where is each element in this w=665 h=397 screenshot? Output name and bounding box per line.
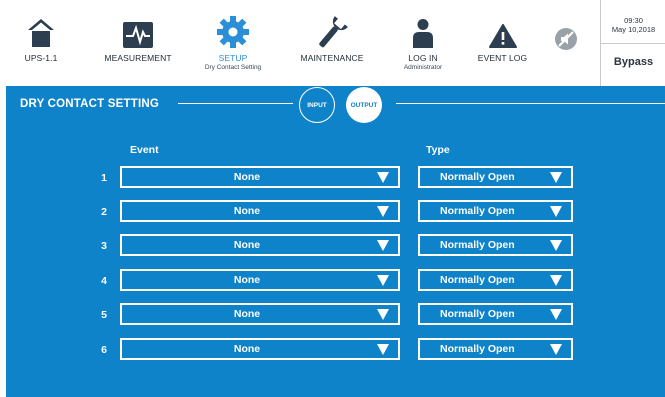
dropdown-arrow-icon [550,344,562,355]
row-number: 2 [101,206,107,218]
nav-measurement-label: MEASUREMENT [104,53,172,63]
clock-time: 09:30 [624,16,643,25]
nav-maintenance-label: MAINTENANCE [300,53,364,63]
row-number: 1 [101,172,107,184]
row-number: 6 [101,344,107,356]
type-select-value: Normally Open [440,239,515,251]
event-select[interactable]: None [120,303,400,325]
event-select[interactable]: None [120,200,400,222]
row-number: 3 [101,240,107,252]
wrench-icon [315,14,349,48]
top-navigation-bar: UPS-1.1 MEASUREMENT SETUP Dry Contact Se… [0,0,665,86]
type-select-value: Normally Open [440,343,515,355]
type-select[interactable]: Normally Open [418,338,573,360]
type-select-value: Normally Open [440,171,515,183]
dropdown-arrow-icon [377,309,389,320]
input-toggle-button[interactable]: INPUT [299,87,335,123]
title-divider-left [178,103,293,104]
type-select[interactable]: Normally Open [418,166,573,188]
gear-icon [217,14,249,48]
dropdown-arrow-icon [377,275,389,286]
page-title: DRY CONTACT SETTING [20,98,160,110]
event-select-value: None [233,171,261,183]
type-select[interactable]: Normally Open [418,200,573,222]
nav-home-label: UPS-1.1 [24,53,58,63]
event-column-header: Event [130,144,159,156]
ups-mode-status: Bypass [613,56,654,68]
nav-event-log-label: EVENT LOG [477,53,528,63]
dropdown-arrow-icon [377,206,389,217]
event-select-value: None [233,239,261,251]
type-select[interactable]: Normally Open [418,234,573,256]
dropdown-arrow-icon [550,172,562,183]
nav-event-log[interactable]: EVENT LOG [470,0,535,86]
nav-setup-label: SETUP [218,53,248,63]
dropdown-arrow-icon [550,240,562,251]
type-column-header: Type [426,144,450,156]
divider [601,43,665,44]
waveform-icon [123,14,153,48]
mute-icon[interactable] [554,27,578,56]
type-select-value: Normally Open [440,308,515,320]
nav-login[interactable]: LOG IN Administrator [393,0,453,86]
title-divider-right [396,103,665,104]
row-number: 5 [101,309,107,321]
user-icon [412,14,434,48]
dropdown-arrow-icon [550,206,562,217]
row-number: 4 [101,275,107,287]
nav-maintenance[interactable]: MAINTENANCE [292,0,372,86]
type-select-value: Normally Open [440,274,515,286]
nav-home[interactable]: UPS-1.1 [16,0,66,86]
type-select-value: Normally Open [440,205,515,217]
nav-login-sublabel: Administrator [403,64,443,71]
output-toggle-button[interactable]: OUTPUT [346,87,382,123]
nav-login-label: LOG IN [408,53,438,63]
event-select[interactable]: None [120,234,400,256]
event-select-value: None [233,343,261,355]
dropdown-arrow-icon [550,275,562,286]
event-select-value: None [233,205,261,217]
event-select-value: None [233,274,261,286]
home-icon [27,14,55,48]
nav-setup[interactable]: SETUP Dry Contact Setting [188,0,278,86]
dropdown-arrow-icon [377,172,389,183]
dry-contact-panel: DRY CONTACT SETTING INPUT OUTPUT Event T… [6,86,665,397]
type-select[interactable]: Normally Open [418,303,573,325]
event-select[interactable]: None [120,166,400,188]
event-select-value: None [233,308,261,320]
dropdown-arrow-icon [550,309,562,320]
event-select[interactable]: None [120,338,400,360]
event-select[interactable]: None [120,269,400,291]
clock-date: May 10,2018 [611,25,656,34]
nav-setup-sublabel: Dry Contact Setting [204,64,262,71]
warning-icon [488,14,517,48]
dropdown-arrow-icon [377,344,389,355]
type-select[interactable]: Normally Open [418,269,573,291]
dropdown-arrow-icon [377,240,389,251]
status-panel: 09:30 May 10,2018 Bypass [600,0,665,86]
nav-measurement[interactable]: MEASUREMENT [98,0,178,86]
